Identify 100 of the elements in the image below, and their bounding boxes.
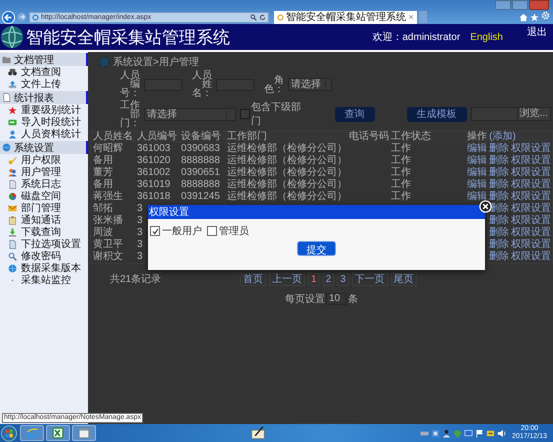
sidebar-item[interactable]: 下拉选项设置 — [0, 238, 88, 250]
sidebar-group-header[interactable]: 文档管理 — [0, 53, 88, 66]
page-link[interactable]: 2 — [322, 272, 334, 286]
table-cell: 3 — [137, 215, 143, 226]
start-button[interactable] — [0, 424, 18, 442]
taskbar-app-button[interactable] — [46, 425, 70, 441]
browser-logo-icon — [277, 14, 284, 20]
table-cell: 工作 — [391, 143, 411, 154]
shield-icon — [452, 428, 462, 438]
action-link[interactable]: 删除 — [489, 167, 509, 179]
sidebar-item[interactable]: 采集站监控 — [0, 274, 88, 286]
page-link[interactable]: 1 — [308, 272, 320, 286]
back-button[interactable] — [2, 10, 15, 24]
action-link[interactable]: 删除 — [489, 191, 509, 203]
taskbar-app-button[interactable] — [72, 425, 96, 441]
page-link[interactable]: 尾页 — [390, 272, 417, 286]
action-link[interactable]: 权限设置 — [511, 203, 551, 215]
spreadsheet-icon — [52, 427, 64, 439]
browser-tab[interactable]: 智能安全帽采集站管理系统 — [274, 10, 417, 24]
page-size-field[interactable]: 10 — [326, 293, 348, 305]
action-link[interactable]: 权限设置 — [511, 143, 551, 155]
action-link[interactable]: 编辑 — [467, 167, 487, 179]
query-button[interactable]: 查询 — [334, 106, 375, 122]
add-link[interactable]: (添加) — [489, 131, 516, 143]
action-link[interactable]: 删除 — [489, 239, 509, 251]
department-select[interactable]: 请选择 — [144, 108, 236, 120]
action-link[interactable]: 编辑 — [467, 143, 487, 155]
checkbox[interactable] — [240, 109, 250, 119]
action-link[interactable]: 权限设置 — [511, 191, 551, 203]
action-link[interactable]: 删除 — [489, 143, 509, 155]
role-select[interactable]: 请选择 — [288, 78, 332, 91]
card-icon — [8, 118, 17, 126]
field-label: 工作部门： — [120, 100, 140, 128]
page-size-unit: 条 — [348, 293, 358, 306]
file-field[interactable]: 浏览... — [470, 107, 551, 121]
table-cell: 何昭辉 — [93, 143, 123, 154]
table-cell: 运维检修部（检修分公司） — [227, 155, 347, 166]
table-cell: 3 — [137, 239, 143, 250]
table-cell: 361002 — [137, 167, 170, 178]
checkbox[interactable] — [207, 226, 217, 236]
column-header: 工作状态 — [391, 131, 431, 142]
action-link[interactable]: 权限设置 — [511, 227, 551, 239]
sidebar-item[interactable]: 下载查询 — [0, 226, 88, 238]
page-link[interactable]: 3 — [337, 272, 349, 286]
submit-button[interactable]: 提交 — [297, 241, 336, 256]
sidebar-item[interactable]: 数据采集版本 — [0, 262, 88, 274]
sidebar-item[interactable]: 通知通话 — [0, 214, 88, 226]
taskbar-app-button[interactable] — [20, 425, 44, 441]
binoculars-icon — [8, 68, 17, 76]
action-link[interactable]: 删除 — [489, 215, 509, 227]
action-link[interactable]: 删除 — [489, 227, 509, 239]
forward-button[interactable] — [17, 12, 27, 22]
action-link[interactable]: 删除 — [489, 155, 509, 167]
column-header: 设备编号 — [181, 131, 221, 142]
sidebar-item[interactable]: 部门管理 — [0, 202, 88, 214]
action-link[interactable]: 权限设置 — [511, 155, 551, 167]
action-link[interactable]: 权限设置 — [511, 167, 551, 179]
sidebar-group-header[interactable]: 统计报表 — [0, 91, 88, 104]
sidebar-item[interactable]: 修改密码 — [0, 250, 88, 262]
record-count: 共21条记录 — [109, 272, 162, 286]
sidebar-group-header[interactable]: 系统设置 — [0, 141, 88, 154]
sidebar-item[interactable]: 文件上传 — [0, 78, 88, 90]
action-link[interactable]: 删除 — [489, 251, 509, 263]
speaker-icon — [496, 428, 506, 438]
action-link[interactable]: 权限设置 — [511, 239, 551, 251]
column-header: 电话号码 — [349, 131, 389, 142]
envelope-icon — [8, 204, 17, 212]
logout-link[interactable]: 退出 — [527, 25, 547, 39]
page-link[interactable]: 下一页 — [352, 272, 388, 286]
restore-button[interactable] — [512, 0, 528, 10]
table-cell: 工作 — [391, 167, 411, 178]
user-icon — [8, 130, 17, 138]
action-link[interactable]: 编辑 — [467, 179, 487, 191]
column-header: 人员编号 — [137, 131, 177, 142]
folder-icon — [2, 55, 11, 64]
sidebar-item[interactable]: 导入时段统计 — [0, 116, 88, 128]
sidebar-item[interactable]: 用户管理 — [0, 166, 88, 178]
language-link[interactable]: English — [470, 32, 503, 42]
action-link[interactable]: 权限设置 — [511, 215, 551, 227]
action-link[interactable]: 权限设置 — [511, 179, 551, 191]
pen-tablet-icon — [250, 426, 265, 440]
page-link[interactable]: 首页 — [240, 272, 266, 286]
field-label: 人员编号： — [120, 71, 140, 98]
action-link[interactable]: 编辑 — [467, 191, 487, 203]
sidebar-item[interactable]: 磁盘空间 — [0, 190, 88, 202]
table-cell: 工作 — [391, 179, 411, 190]
action-link[interactable]: 权限设置 — [511, 251, 551, 263]
action-link[interactable]: 删除 — [489, 179, 509, 191]
sidebar-item[interactable]: 人员资料统计 — [0, 128, 88, 140]
table-cell: 黄卫平 — [93, 239, 123, 250]
sidebar-item[interactable]: 系统日志 — [0, 178, 88, 190]
column-header: 人员姓名 — [93, 131, 133, 142]
action-link[interactable]: 编辑 — [467, 155, 487, 167]
checkbox[interactable] — [150, 226, 160, 236]
page-link[interactable]: 上一页 — [269, 272, 305, 286]
sidebar-item[interactable]: 文档查阅 — [0, 66, 88, 78]
minimize-button[interactable] — [495, 0, 511, 10]
sidebar-item[interactable]: 重要级别统计 — [0, 104, 88, 116]
sidebar-item[interactable]: 用户权限 — [0, 154, 88, 166]
template-button[interactable]: 生成模板 — [406, 106, 467, 122]
